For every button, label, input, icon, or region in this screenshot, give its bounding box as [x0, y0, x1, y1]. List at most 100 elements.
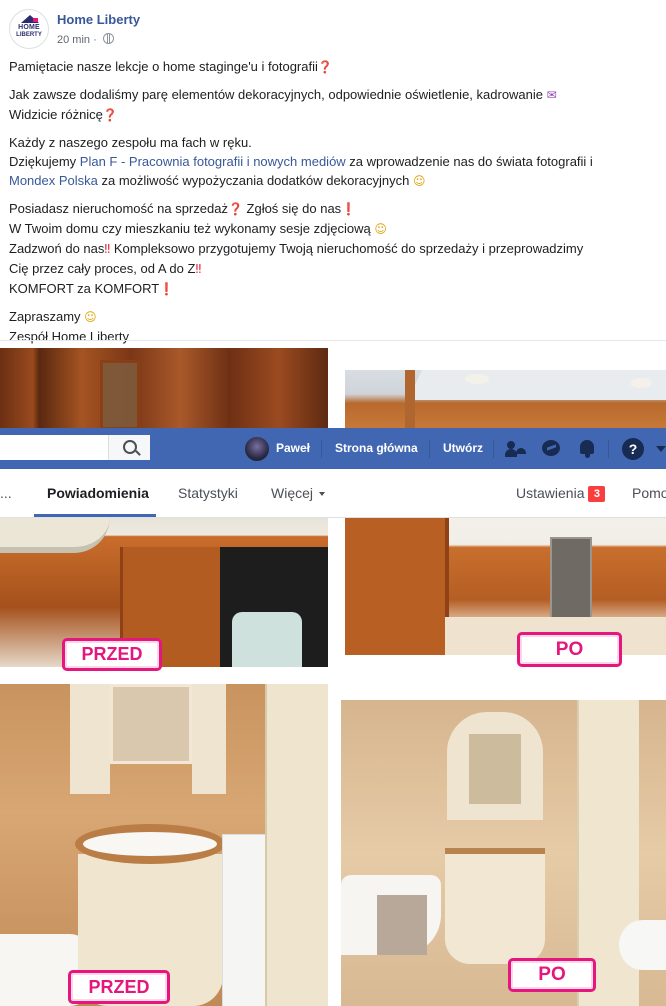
toilet: [619, 920, 666, 970]
facebook-top-bar: Paweł Strona główna Utwórz ?: [0, 428, 666, 470]
home-link[interactable]: Strona główna: [335, 428, 418, 469]
page-name-link[interactable]: Home Liberty: [57, 12, 140, 27]
mirror: [110, 684, 192, 764]
cabinet-pillar: [345, 517, 449, 655]
logo-text-home: HOME: [18, 24, 40, 31]
search-icon: [123, 440, 137, 454]
post-divider: [0, 340, 666, 341]
search-input[interactable]: [0, 435, 150, 460]
towel: [377, 895, 427, 955]
tab-notifications[interactable]: Powiadomienia: [47, 469, 149, 517]
post-text-line: Zapraszamy: [9, 309, 81, 324]
chevron-down-icon[interactable]: [656, 446, 666, 452]
post-text-line: W Twoim domu czy mieszkaniu też wykonamy…: [9, 221, 371, 236]
smile-emoji-icon: ☺: [84, 310, 97, 324]
post-timestamp[interactable]: 20 min: [57, 34, 90, 46]
nav-separator: [321, 440, 322, 458]
cabinet-glass: [100, 360, 140, 430]
profile-link[interactable]: Paweł: [276, 428, 310, 469]
post-body: Pamiętacie nasze lekcje o home staginge'…: [9, 57, 659, 354]
post-text-line: KOMFORT za KOMFORT: [9, 281, 160, 296]
create-link[interactable]: Utwórz: [443, 428, 483, 469]
pole: [405, 370, 415, 430]
page-avatar[interactable]: HOME LIBERTY: [9, 9, 49, 49]
meta-separator: ·: [93, 34, 97, 46]
tab-settings-label: Ustawienia: [516, 485, 585, 501]
logo-text-liberty: LIBERTY: [16, 32, 42, 38]
photo-kitchen-before-top[interactable]: [0, 348, 328, 430]
lamp: [630, 378, 652, 388]
before-label: PRZED: [62, 638, 162, 671]
shelf: [70, 684, 110, 794]
nav-separator: [493, 440, 494, 458]
lamp: [465, 374, 489, 384]
post-text-line: Każdy z naszego zespołu ma fach w ręku.: [9, 135, 252, 150]
counter: [0, 517, 110, 553]
tab-statistics[interactable]: Statystyki: [178, 469, 238, 517]
post-text-line: Dziękujemy: [9, 154, 80, 169]
tab-more-label: Więcej: [271, 485, 314, 501]
exclamation-emoji-icon: ❗: [159, 282, 175, 296]
question-emoji-icon: ❓: [102, 108, 118, 122]
exclamation-emoji-icon: ❗: [341, 202, 357, 216]
post-meta: 20 min ·: [57, 33, 114, 46]
logo-accent: [33, 18, 38, 22]
plan-f-link[interactable]: Plan F - Pracownia fotografii i nowych m…: [80, 154, 346, 169]
smile-emoji-icon: ☺: [374, 222, 387, 236]
before-label: PRZED: [68, 970, 170, 1004]
photo-bathroom-before[interactable]: [0, 684, 328, 1006]
mirror: [469, 734, 521, 804]
double-exclamation-emoji-icon: ‼: [195, 262, 202, 276]
caret-down-icon: [319, 492, 326, 496]
photo-kitchen-before[interactable]: [0, 517, 328, 667]
post-paragraph: Pamiętacie nasze lekcje o home staginge'…: [9, 57, 659, 77]
question-emoji-icon: ❓: [227, 202, 243, 216]
sink: [75, 824, 225, 864]
shelf: [192, 684, 226, 794]
tab-more[interactable]: Więcej: [271, 469, 326, 517]
nav-separator: [429, 440, 430, 458]
question-emoji-icon: ❓: [317, 60, 333, 74]
post-text-line: Jak zawsze dodaliśmy parę elementów deko…: [9, 87, 544, 102]
tab-settings[interactable]: Ustawienia 3: [516, 469, 606, 517]
help-icon[interactable]: ?: [622, 438, 644, 460]
active-tab-indicator: [34, 514, 156, 517]
search-button[interactable]: [108, 435, 150, 460]
post-text-line: za możliwość wypożyczania dodatków dekor…: [97, 173, 410, 188]
notifications-bell-icon[interactable]: [576, 438, 598, 460]
mondex-polska-link[interactable]: Mondex Polska: [9, 173, 98, 188]
settings-count-badge: 3: [588, 486, 606, 502]
post-text-line: Zgłoś się do nas: [242, 201, 342, 216]
post-text-line: Posiadasz nieruchomość na sprzedaż: [9, 201, 228, 216]
photo-kitchen-after-top[interactable]: [345, 370, 666, 430]
tall-cabinet: [265, 684, 328, 1006]
photo-bathroom-after[interactable]: [341, 700, 666, 1006]
vanity: [445, 848, 545, 964]
messenger-icon[interactable]: [540, 438, 562, 460]
friends-icon[interactable]: [505, 438, 527, 460]
post-text-line: Cię przez cały proces, od A do Z: [9, 261, 196, 276]
after-label: PO: [517, 632, 622, 667]
ribbon-emoji-icon: ✉: [546, 88, 557, 102]
hugging-emoji-icon: ☺: [412, 174, 426, 188]
globe-icon[interactable]: [102, 33, 114, 44]
tab-truncated[interactable]: ...: [0, 469, 12, 517]
post-paragraph: Każdy z naszego zespołu ma fach w ręku. …: [9, 133, 659, 191]
avatar[interactable]: [245, 437, 269, 461]
page-tabs: ... Powiadomienia Statystyki Więcej Usta…: [0, 469, 666, 518]
ceiling: [408, 370, 666, 400]
post-header: HOME LIBERTY Home Liberty 20 min ·: [0, 0, 666, 55]
tab-help[interactable]: Pomo: [632, 469, 666, 517]
oven: [550, 537, 592, 621]
post-text-line: Pamiętacie nasze lekcje o home staginge'…: [9, 59, 318, 74]
towel: [232, 612, 302, 667]
nav-separator: [608, 440, 609, 458]
after-label: PO: [508, 958, 596, 992]
post-text-line: Widzicie różnicę: [9, 107, 103, 122]
post-text-line: Zadzwoń do nas: [9, 241, 105, 256]
post-paragraph: Posiadasz nieruchomość na sprzedaż❓ Zgło…: [9, 199, 659, 299]
post-text-line: Kompleksowo przygotujemy Twoją nieruchom…: [110, 241, 584, 256]
post-paragraph: Jak zawsze dodaliśmy parę elementów deko…: [9, 85, 659, 125]
post-text-line: za wprowadzenie nas do świata fotografii…: [345, 154, 593, 169]
post-text-line: Zespół Home Liberty: [9, 329, 129, 344]
